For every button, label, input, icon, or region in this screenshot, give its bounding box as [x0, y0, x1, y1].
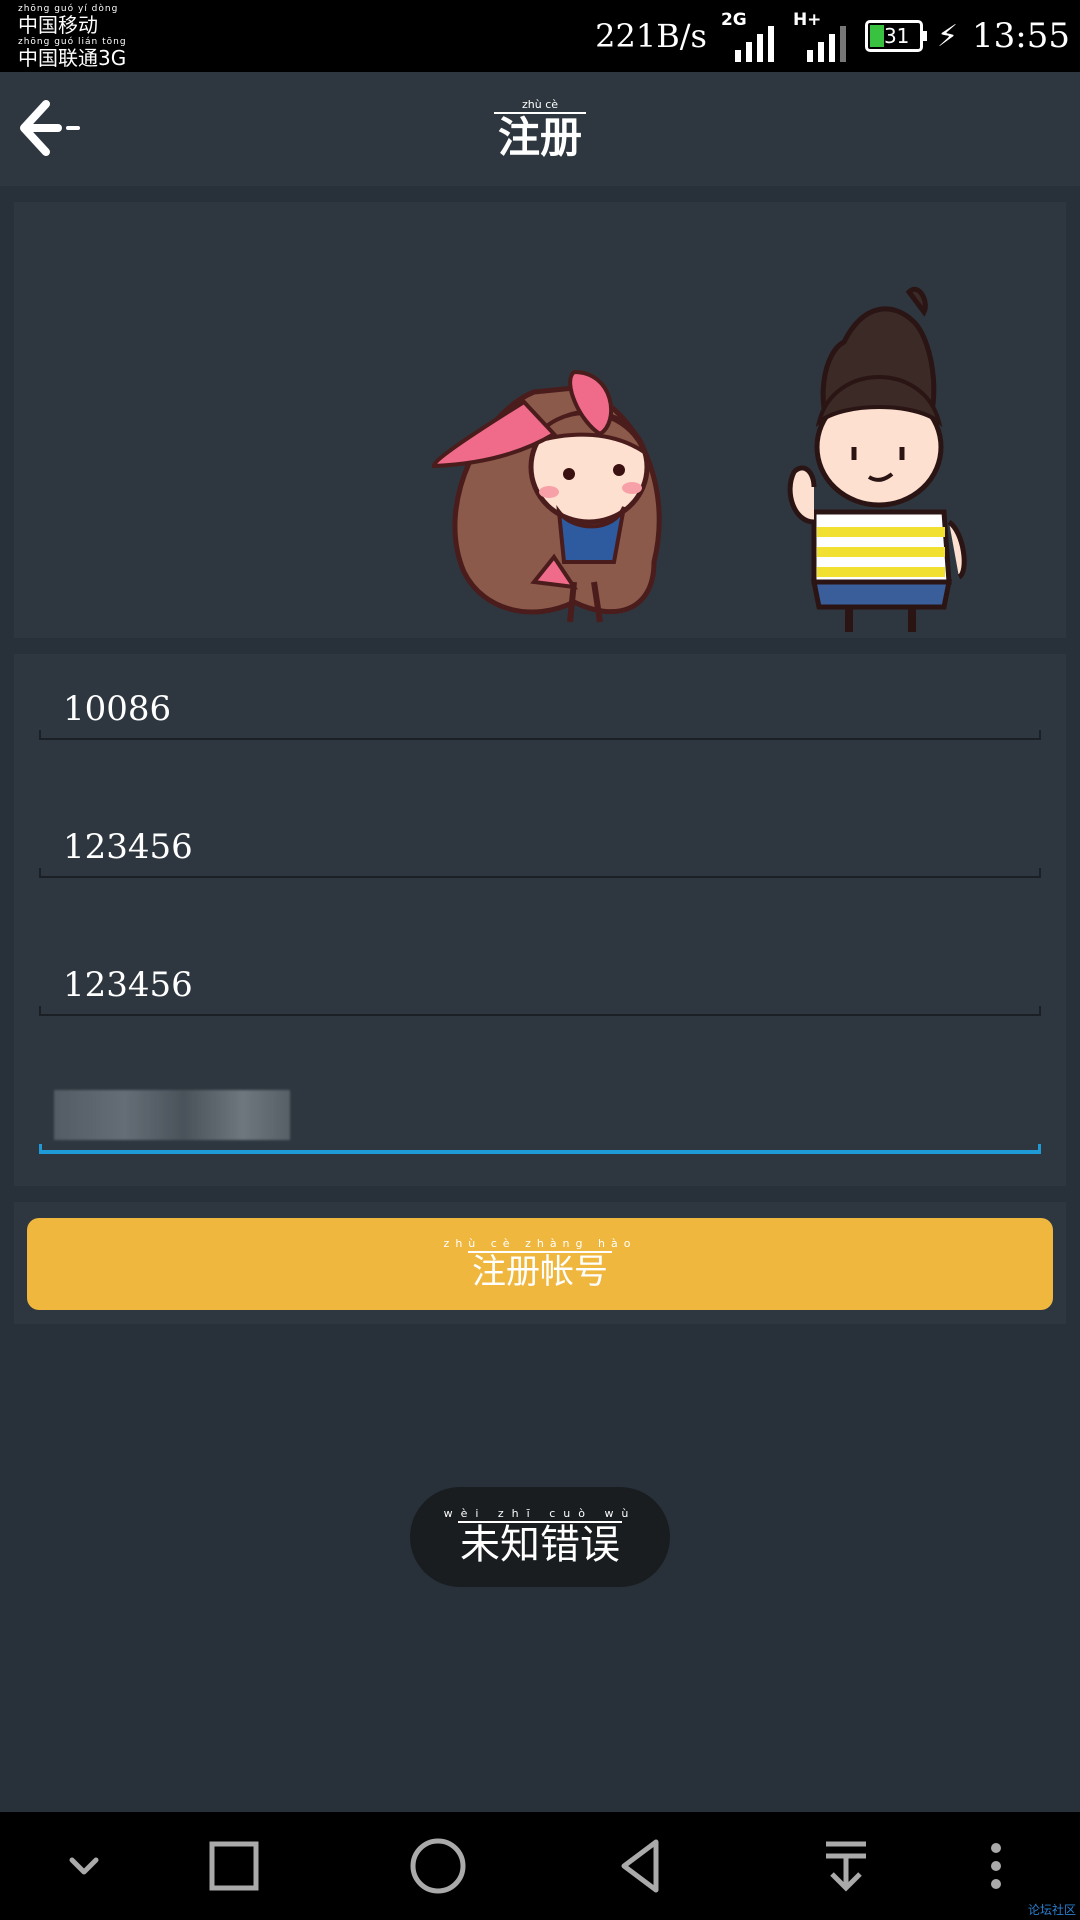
battery-level: 31: [883, 24, 910, 48]
cartoon-couple-illustration: [431, 287, 967, 632]
fourth-field[interactable]: [39, 1094, 1041, 1154]
more-vertical-icon[interactable]: [966, 1836, 1026, 1896]
confirm-password-field[interactable]: [39, 956, 1041, 1016]
carrier-2: zhōng guó lián tōng 中国联通3G: [18, 37, 127, 69]
account-underline: [39, 730, 1041, 740]
clock: 13:55: [972, 16, 1070, 56]
navigation-bar: 论坛社区: [0, 1812, 1080, 1920]
recents-square-icon[interactable]: [204, 1836, 264, 1896]
toast-pinyin: wèi zhī cuò wù: [443, 1507, 637, 1520]
app-bar: zhù cè 注册: [0, 72, 1080, 186]
battery-icon: 31: [864, 20, 927, 52]
signal-2g-icon: 2G: [721, 10, 779, 62]
signal-hplus-icon: H+: [793, 10, 851, 62]
confirm-password-underline: [39, 1006, 1041, 1016]
register-button-label: 注册帐号: [468, 1251, 612, 1291]
watermark: 论坛社区: [1027, 1903, 1076, 1917]
banner-illustration: [14, 202, 1066, 638]
back-triangle-icon[interactable]: [612, 1836, 672, 1896]
status-bar: zhōng guó yí dòng 中国移动 zhōng guó lián tō…: [0, 0, 1080, 72]
toast-message: wèi zhī cuò wù 未知错误: [410, 1487, 670, 1587]
register-button-card: zhù cè zhàng hào 注册帐号: [14, 1202, 1066, 1324]
charging-icon: ⚡: [936, 18, 959, 54]
home-circle-icon[interactable]: [408, 1836, 468, 1896]
carrier-2-name: 中国联通3G: [18, 46, 127, 70]
register-account-button[interactable]: zhù cè zhàng hào 注册帐号: [27, 1218, 1053, 1310]
page-title: zhù cè 注册: [0, 98, 1080, 162]
network-speed: 221B/s: [595, 17, 707, 55]
carrier-1: zhōng guó yí dòng 中国移动: [18, 4, 118, 36]
register-button-pinyin: zhù cè zhàng hào: [443, 1237, 637, 1250]
status-indicators: 221B/s 2G H+ 31 ⚡ 13:55: [595, 0, 1070, 72]
password-field[interactable]: [39, 818, 1041, 878]
toast-text: 未知错误: [458, 1521, 622, 1568]
chevron-down-icon[interactable]: [54, 1836, 114, 1896]
password-underline: [39, 868, 1041, 878]
account-field[interactable]: [39, 680, 1041, 740]
register-form: [14, 654, 1066, 1186]
page-title-pinyin: zhù cè: [521, 98, 559, 111]
fourth-underline-focused: [39, 1144, 1041, 1154]
pull-down-icon[interactable]: [816, 1836, 876, 1896]
carrier-1-name: 中国移动: [18, 13, 98, 37]
page-title-text: 注册: [493, 112, 586, 162]
